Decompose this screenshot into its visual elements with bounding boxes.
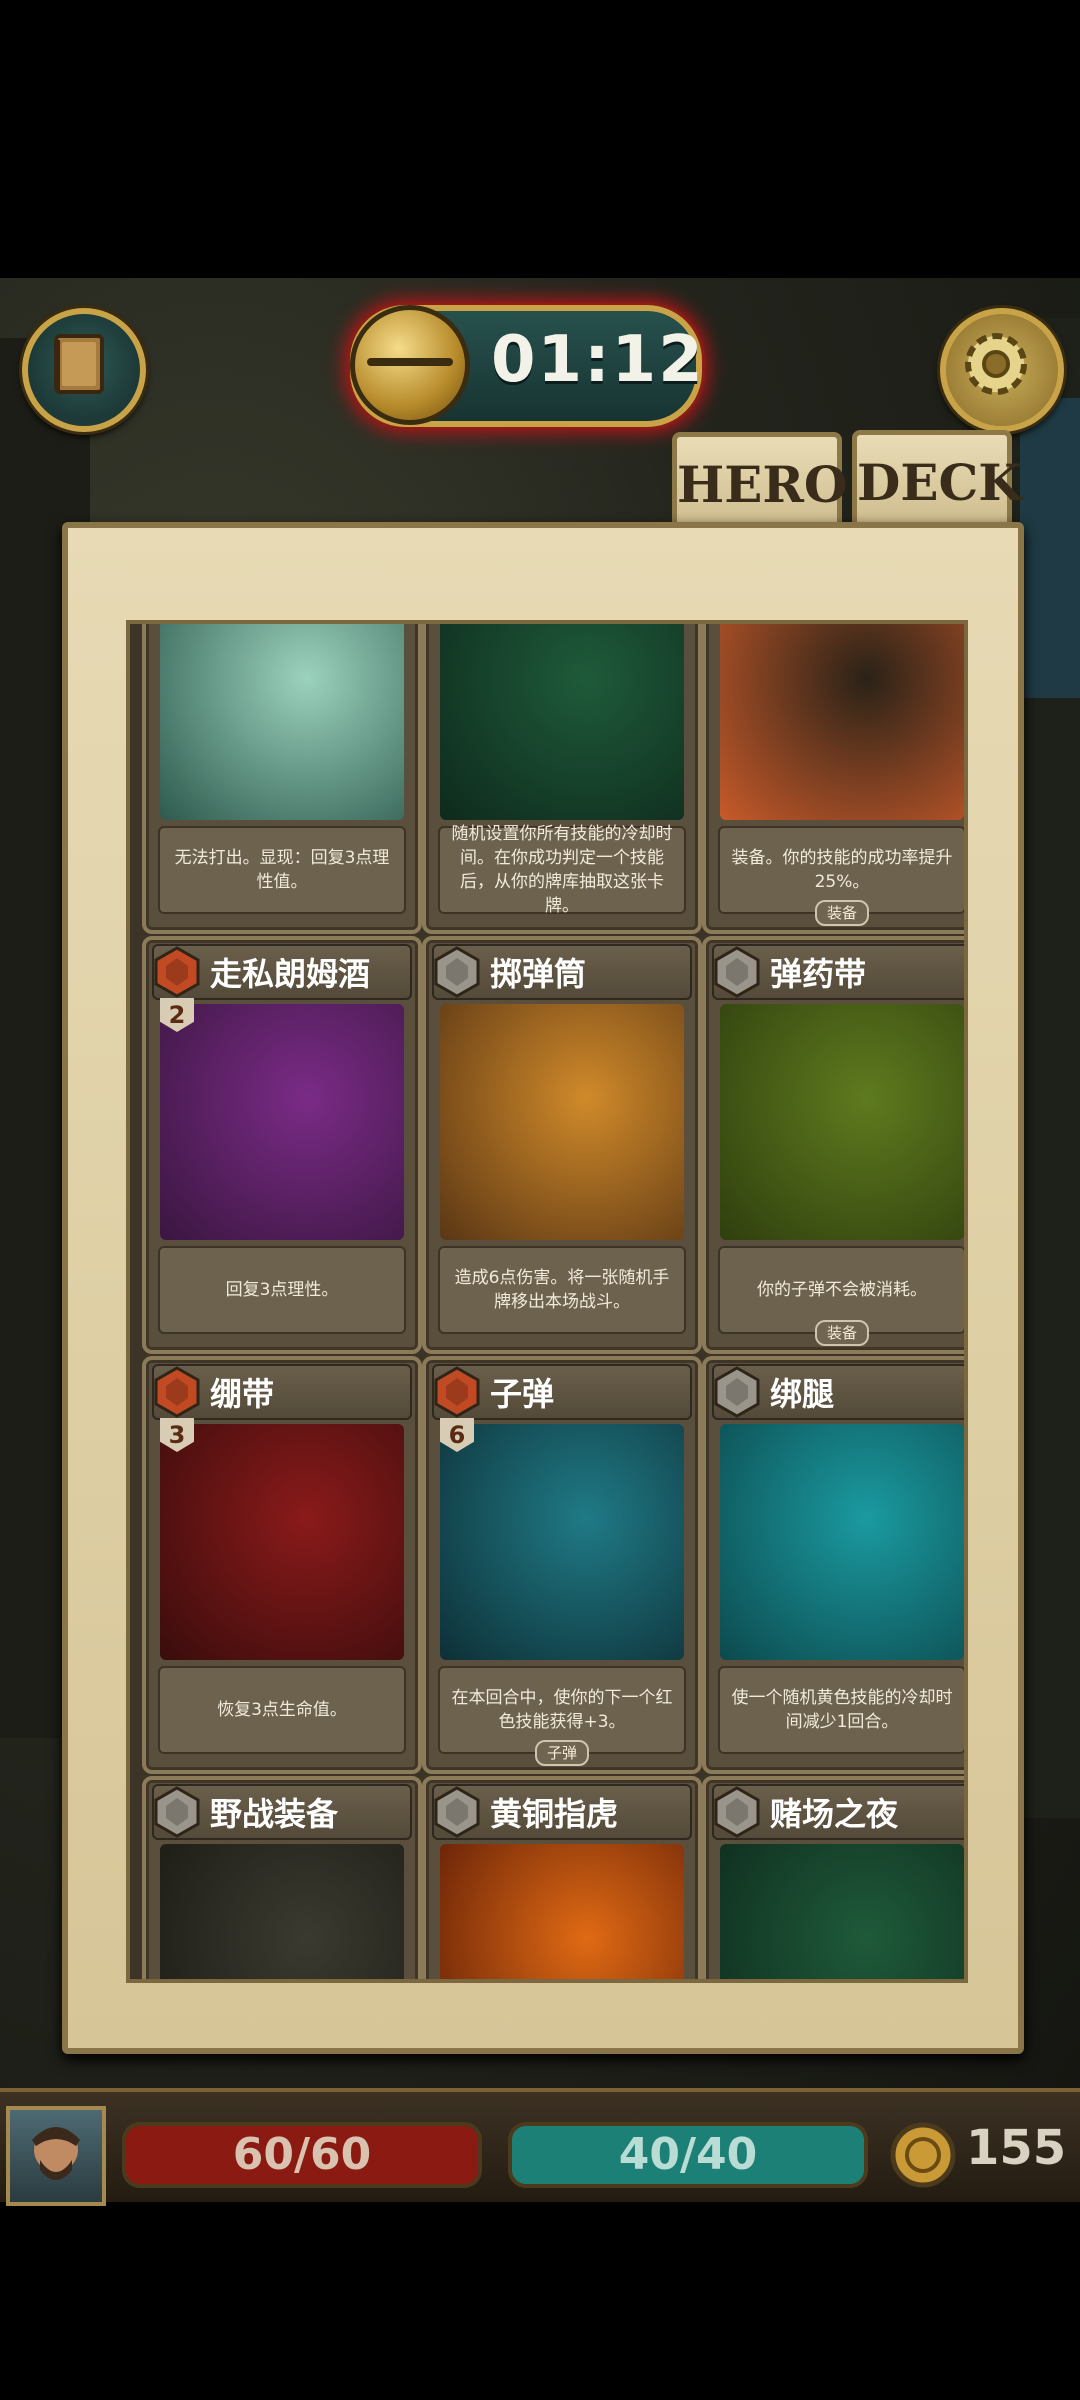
card-name: 掷弹筒 (490, 955, 587, 993)
hero-portrait-icon (32, 2127, 80, 2180)
card-name: 弹药带 (770, 955, 867, 993)
card-art (440, 1004, 684, 1240)
card[interactable]: 装备。你的技能的成功率提升25%。装备 (702, 624, 964, 934)
card-name: 黄铜指虎 (490, 1795, 619, 1833)
card-description: 装备。你的技能的成功率提升25%。装备 (718, 826, 964, 926)
card[interactable]: 弹药带你的子弹不会被消耗。装备 (702, 936, 964, 1354)
card-desc-text: 在本回合中，使你的下一个红色技能获得+3。 (451, 1688, 673, 1732)
card-name: 绷带 (210, 1375, 275, 1413)
settings-button[interactable] (940, 308, 1064, 432)
card-art (160, 1424, 404, 1660)
card-name: 赌场之夜 (770, 1795, 899, 1833)
journal-icon (54, 334, 104, 394)
card-tag: 装备 (814, 900, 870, 926)
card-desc-text: 无法打出。显现：回复3点理性值。 (174, 848, 390, 892)
card-type-icon (434, 1786, 480, 1838)
card-description: 恢复3点生命值。 (158, 1666, 406, 1754)
card-tag: 装备 (814, 1320, 870, 1346)
health-value: 60/60 (232, 2129, 372, 2180)
card-grid[interactable]: 无法打出。显现：回复3点理性值。 随机设置你所有技能的冷却时间。在你成功判定一个技… (126, 620, 968, 1983)
card-desc-text: 随机设置你所有技能的冷却时间。在你成功判定一个技能后，从你的牌库抽取这张卡牌。 (451, 824, 673, 916)
card-type-icon (714, 1786, 760, 1838)
card[interactable]: 绑腿使一个随机黄色技能的冷却时间减少1回合。 (702, 1356, 964, 1774)
card-description: 回复3点理性。 (158, 1246, 406, 1334)
card-name: 野战装备 (210, 1795, 339, 1833)
card-desc-text: 你的子弹不会被消耗。 (757, 1280, 927, 1300)
coin-icon (890, 2122, 956, 2188)
card-desc-text: 恢复3点生命值。 (217, 1700, 347, 1720)
card-desc-text: 回复3点理性。 (225, 1280, 339, 1300)
card-name: 绑腿 (770, 1375, 835, 1413)
card-description: 你的子弹不会被消耗。装备 (718, 1246, 964, 1346)
sanity-bar: 40/40 (508, 2122, 868, 2188)
card-art (160, 1844, 404, 1979)
card-art (720, 624, 964, 820)
card-desc-text: 造成6点伤害。将一张随机手牌移出本场战斗。 (454, 1268, 670, 1312)
tab-hero[interactable]: HERO (672, 432, 847, 532)
hero-avatar[interactable] (6, 2106, 106, 2206)
card-name: 子弹 (490, 1375, 555, 1413)
timer-coin-icon (350, 305, 470, 425)
card[interactable]: 掷弹筒造成6点伤害。将一张随机手牌移出本场战斗。 (422, 936, 702, 1354)
card-desc-text: 使一个随机黄色技能的冷却时间减少1回合。 (731, 1688, 953, 1732)
card[interactable]: 绷带 3 恢复3点生命值。 (142, 1356, 422, 1774)
turn-timer: 01:12 (350, 305, 705, 427)
card-type-icon (434, 1366, 480, 1418)
card[interactable]: 黄铜指虎 (422, 1776, 702, 1979)
deck-panel: 无法打出。显现：回复3点理性值。 随机设置你所有技能的冷却时间。在你成功判定一个技… (62, 522, 1024, 2054)
card-art (440, 1424, 684, 1660)
card-description: 在本回合中，使你的下一个红色技能获得+3。子弹 (438, 1666, 686, 1766)
card-description: 造成6点伤害。将一张随机手牌移出本场战斗。 (438, 1246, 686, 1334)
card-art (720, 1004, 964, 1240)
card-type-icon (434, 946, 480, 998)
timer-text: 01:12 (491, 323, 705, 397)
card-art (160, 624, 404, 820)
card-art (720, 1844, 964, 1979)
card-description: 使一个随机黄色技能的冷却时间减少1回合。 (718, 1666, 964, 1754)
health-bar: 60/60 (122, 2122, 482, 2188)
card[interactable]: 子弹 6 在本回合中，使你的下一个红色技能获得+3。 子弹 (422, 1356, 702, 1774)
card-desc-text: 装备。你的技能的成功率提升25%。 (731, 848, 953, 892)
sanity-value: 40/40 (618, 2129, 758, 2180)
card-art (440, 1844, 684, 1979)
card[interactable]: 野战装备 (142, 1776, 422, 1979)
card-art (440, 624, 684, 820)
card-tag: 子弹 (534, 1740, 590, 1766)
journal-button[interactable] (22, 308, 146, 432)
card-type-icon (154, 1786, 200, 1838)
card-type-icon (714, 1366, 760, 1418)
card-name: 走私朗姆酒 (210, 955, 371, 993)
tab-deck[interactable]: DECK (852, 430, 1022, 530)
card-art (720, 1424, 964, 1660)
card-art (160, 1004, 404, 1240)
card-type-icon (714, 946, 760, 998)
card[interactable]: 走私朗姆酒 2 回复3点理性。 (142, 936, 422, 1354)
card[interactable]: 随机设置你所有技能的冷却时间。在你成功判定一个技能后，从你的牌库抽取这张卡牌。 (422, 624, 702, 934)
card[interactable]: 无法打出。显现：回复3点理性值。 (142, 624, 422, 934)
coin-count: 155 (966, 2120, 1067, 2176)
card-type-icon (154, 946, 200, 998)
gear-icon (965, 333, 1027, 395)
card-description: 无法打出。显现：回复3点理性值。 (158, 826, 406, 914)
card[interactable]: 赌场之夜 (702, 1776, 964, 1979)
card-description: 随机设置你所有技能的冷却时间。在你成功判定一个技能后，从你的牌库抽取这张卡牌。 (438, 824, 686, 916)
status-bar: 60/60 40/40 155 (0, 2088, 1080, 2206)
card-type-icon (154, 1366, 200, 1418)
